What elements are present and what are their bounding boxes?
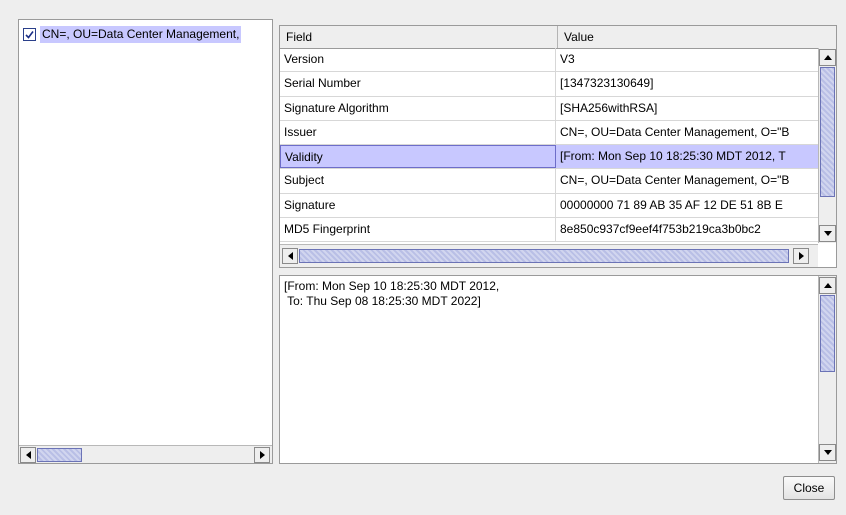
scroll-thumb[interactable] [820,67,835,197]
certificate-fields-table: Field Value Version V3 Serial Number [13… [279,25,837,268]
table-vertical-scrollbar[interactable] [818,48,836,243]
table-row-selected[interactable]: Validity [From: Mon Sep 10 18:25:30 MDT … [280,145,818,170]
tree-horizontal-scrollbar[interactable] [19,445,272,463]
cell-value: CN=, OU=Data Center Management, O="B [560,173,790,188]
column-header-value[interactable]: Value [558,26,836,48]
scroll-thumb[interactable] [299,249,789,263]
field-detail-textarea[interactable]: [From: Mon Sep 10 18:25:30 MDT 2012, To:… [279,275,837,464]
cell-field: Version [280,48,556,72]
cell-field: Subject [280,169,556,193]
table-row[interactable]: Version V3 [280,48,818,73]
scroll-down-button[interactable] [819,225,836,242]
table-row[interactable]: Subject CN=, OU=Data Center Management, … [280,169,818,194]
close-button[interactable]: Close [783,476,835,500]
scroll-right-button[interactable] [254,447,270,463]
table-row[interactable]: MD5 Fingerprint 8e850c937cf9eef4f753b219… [280,218,818,243]
arrow-down-icon [823,231,832,236]
table-horizontal-scrollbar[interactable] [280,244,818,267]
scroll-left-button[interactable] [282,248,298,264]
cell-field: MD5 Fingerprint [280,218,556,242]
cell-field: Signature [280,193,556,218]
cell-value: [From: Mon Sep 10 18:25:30 MDT 2012, T [556,145,818,169]
table-body: Version V3 Serial Number [1347323130649]… [280,48,818,243]
cell-value: 00000000 71 89 AB 35 AF 12 DE 51 8B E [560,197,783,212]
scroll-up-button[interactable] [819,277,836,294]
cell-field: Signature Algorithm [280,96,556,120]
table-row[interactable]: Issuer CN=, OU=Data Center Management, O… [280,120,818,146]
arrow-right-icon [259,451,265,459]
cell-field: Serial Number [280,72,556,96]
scroll-thumb[interactable] [820,295,835,372]
cell-field: Validity [280,145,556,169]
table-row[interactable]: Serial Number [1347323130649] [280,72,818,97]
certificate-icon [23,28,36,41]
detail-text: [From: Mon Sep 10 18:25:30 MDT 2012, To:… [284,279,500,308]
table-row[interactable]: Signature 00000000 71 89 AB 35 AF 12 DE … [280,193,818,219]
certificate-tree[interactable]: CN=, OU=Data Center Management, [18,19,273,464]
cell-value: [1347323130649] [560,76,654,91]
cell-field: Issuer [280,120,556,145]
tree-node-label: CN=, OU=Data Center Management, [40,26,242,43]
table-row[interactable]: Signature Algorithm [SHA256withRSA] [280,96,818,121]
scroll-right-button[interactable] [793,248,809,264]
cell-value: CN=, OU=Data Center Management, O="B [560,124,790,139]
arrow-right-icon [798,252,804,260]
scroll-up-button[interactable] [819,49,836,66]
cell-value: [SHA256withRSA] [560,100,658,115]
scroll-left-button[interactable] [20,447,36,463]
tree-node-certificate[interactable]: CN=, OU=Data Center Management, [23,26,271,43]
arrow-up-icon [823,55,832,60]
cell-value: 8e850c937cf9eef4f753b219ca3b0bc2 [560,222,761,237]
arrow-left-icon [287,252,293,260]
scroll-down-button[interactable] [819,444,836,461]
arrow-down-icon [823,450,832,455]
scroll-thumb[interactable] [37,448,82,462]
cell-value: V3 [560,52,575,66]
detail-vertical-scrollbar[interactable] [818,276,836,463]
arrow-left-icon [25,451,31,459]
arrow-up-icon [823,283,832,288]
table-header: Field Value [280,26,836,49]
column-header-field[interactable]: Field [280,26,558,48]
